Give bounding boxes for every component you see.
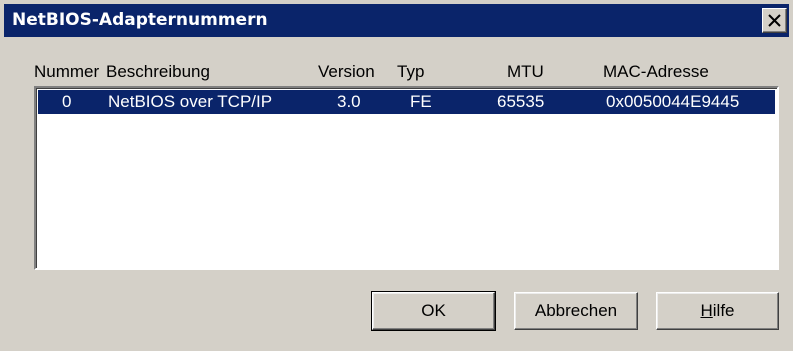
header-version: Version <box>318 62 375 81</box>
column-headers: Nummer Beschreibung Version Typ MTU MAC-… <box>0 62 793 86</box>
help-button-label: ilfe <box>712 301 735 320</box>
window-title: NetBIOS-Adapternummern <box>12 10 268 30</box>
header-typ: Typ <box>397 62 425 81</box>
cancel-button-label: Abbrechen <box>534 301 618 320</box>
cell-nummer: 0 <box>62 92 72 111</box>
ok-button-label: OK <box>421 301 446 320</box>
header-mtu: MTU <box>507 62 544 81</box>
cancel-button[interactable]: Abbrechen <box>514 292 638 330</box>
adapter-list[interactable]: 0 NetBIOS over TCP/IP 3.0 FE 65535 0x005… <box>34 86 779 270</box>
table-row[interactable]: 0 NetBIOS over TCP/IP 3.0 FE 65535 0x005… <box>38 90 775 114</box>
title-bar: NetBIOS-Adapternummern <box>4 4 789 37</box>
help-button[interactable]: Hilfe <box>656 292 779 330</box>
help-button-accelerator: H <box>700 301 713 320</box>
netbios-dialog: NetBIOS-Adapternummern Nummer Beschreibu… <box>0 0 793 351</box>
cell-typ: FE <box>410 92 432 111</box>
header-mac-adresse: MAC-Adresse <box>603 62 709 81</box>
cell-version: 3.0 <box>337 92 361 111</box>
cell-mac-adresse: 0x0050044E9445 <box>606 92 740 111</box>
cell-mtu: 65535 <box>497 92 545 111</box>
close-icon <box>768 14 781 27</box>
header-beschreibung: Beschreibung <box>106 62 210 81</box>
cell-beschreibung: NetBIOS over TCP/IP <box>108 92 273 111</box>
header-nummer: Nummer <box>34 62 100 81</box>
ok-button[interactable]: OK <box>371 291 496 331</box>
close-button[interactable] <box>762 8 787 33</box>
